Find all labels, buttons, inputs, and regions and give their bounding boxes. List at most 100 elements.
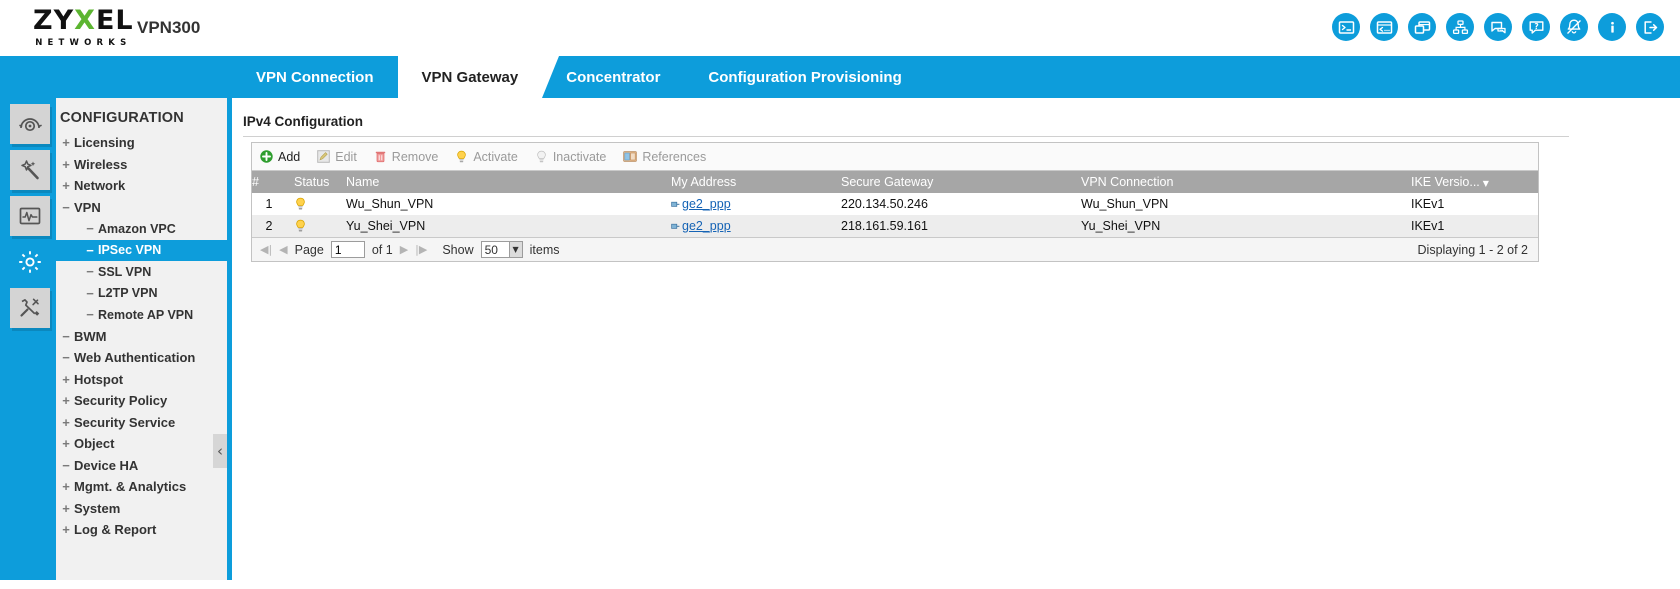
- help-icon[interactable]: ?: [1522, 13, 1550, 41]
- site-map-icon[interactable]: [1446, 13, 1474, 41]
- my-address-link[interactable]: ge2_ppp: [682, 219, 731, 233]
- chat-icon[interactable]: [1484, 13, 1512, 41]
- sidebar-item-label: Object: [74, 436, 115, 452]
- sidebar-item-l2tp-vpn[interactable]: − L2TP VPN: [56, 283, 227, 305]
- expand-icon[interactable]: +: [58, 415, 74, 430]
- monitor-graph-icon[interactable]: [10, 196, 50, 236]
- icon-rail: [0, 98, 56, 589]
- web-window-icon[interactable]: [1408, 13, 1436, 41]
- dashboard-icon[interactable]: [10, 104, 50, 144]
- page-label: Page: [294, 242, 324, 257]
- table-row[interactable]: 1 Wu_Shun_VPN ge2_ppp 220.134.50.246 Wu_Shun…: [252, 193, 1538, 215]
- sidebar-item-remote-ap-vpn[interactable]: − Remote AP VPN: [56, 304, 227, 326]
- svg-text:?: ?: [1534, 22, 1538, 31]
- sidebar-item-vpn[interactable]: − VPN: [56, 197, 227, 219]
- sidebar-item-label: Device HA: [74, 457, 139, 473]
- sidebar-item-wireless[interactable]: + Wireless: [56, 154, 227, 176]
- sidebar-menu: + Licensing + Wireless + Network − VPN − Amazon V…: [56, 132, 227, 541]
- sidebar-item-network[interactable]: + Network: [56, 175, 227, 197]
- column-header-num[interactable]: #: [252, 175, 286, 189]
- collapse-icon[interactable]: −: [58, 350, 74, 365]
- column-header-conn[interactable]: VPN Connection: [1073, 175, 1403, 189]
- collapse-icon[interactable]: −: [58, 200, 74, 215]
- configuration-gear-icon[interactable]: [10, 242, 50, 282]
- sidebar-item-device-ha[interactable]: − Device HA: [56, 455, 227, 477]
- collapse-icon[interactable]: −: [58, 458, 74, 473]
- sidebar-item-security-service[interactable]: + Security Service: [56, 412, 227, 434]
- title-divider: [243, 136, 1569, 137]
- column-header-status[interactable]: Status: [286, 175, 338, 189]
- zyxel-logo: ZYXEL NETWORKS: [33, 7, 134, 48]
- sidebar-item-licensing[interactable]: + Licensing: [56, 132, 227, 154]
- column-header-label: Secure Gateway: [841, 175, 934, 189]
- column-header-label: Status: [294, 175, 330, 189]
- sidebar-item-label: SSL VPN: [98, 264, 152, 279]
- expand-icon[interactable]: +: [58, 479, 74, 494]
- sidebar-item-bwm[interactable]: − BWM: [56, 326, 227, 348]
- expand-icon[interactable]: +: [58, 178, 74, 193]
- grid-toolbar: Add Edit Remove Activate Inactivate Reference…: [252, 143, 1538, 171]
- tab-concentrator[interactable]: Concentrator: [542, 56, 684, 98]
- expand-icon[interactable]: +: [58, 157, 74, 172]
- column-header-addr[interactable]: My Address: [663, 175, 833, 189]
- sidebar-item-security-policy[interactable]: + Security Policy: [56, 390, 227, 412]
- last-page-button[interactable]: |▶: [415, 243, 427, 256]
- sidebar-item-web-authentication[interactable]: − Web Authentication: [56, 347, 227, 369]
- cell-num: 1: [252, 197, 286, 211]
- column-menu-chevron-down-icon[interactable]: ▼: [1483, 179, 1489, 188]
- table-row[interactable]: 2 Yu_Shei_VPN ge2_ppp 218.161.59.161 Yu_Shei…: [252, 215, 1538, 237]
- maintenance-tools-icon[interactable]: [10, 288, 50, 328]
- page-size-select[interactable]: 50 ▼: [480, 241, 523, 258]
- sidebar-item-hotspot[interactable]: + Hotspot: [56, 369, 227, 391]
- first-page-button[interactable]: ◀|: [260, 243, 272, 256]
- column-header-name[interactable]: Name: [338, 175, 663, 189]
- wizard-wand-icon[interactable]: [10, 150, 50, 190]
- cell-addr: ge2_ppp: [663, 219, 833, 233]
- sidebar-item-system[interactable]: + System: [56, 498, 227, 520]
- column-header-ike[interactable]: IKE Versio... ▼: [1403, 175, 1538, 189]
- cell-text: Wu_Shun_VPN: [1081, 197, 1169, 211]
- column-header-sgw[interactable]: Secure Gateway: [833, 175, 1073, 189]
- references-button: References: [623, 150, 706, 164]
- expand-icon[interactable]: +: [58, 135, 74, 150]
- page-number-input[interactable]: [330, 241, 365, 258]
- add-button[interactable]: Add: [260, 150, 300, 164]
- sidebar-item-label: Mgmt. & Analytics: [74, 479, 187, 495]
- expand-icon[interactable]: +: [58, 522, 74, 537]
- logout-icon[interactable]: [1636, 13, 1664, 41]
- cli-icon[interactable]: [1332, 13, 1360, 41]
- tab-vpn-connection[interactable]: VPN Connection: [232, 56, 398, 98]
- sidebar-item-amazon-vpc[interactable]: − Amazon VPC: [56, 218, 227, 240]
- chevron-down-icon: ▼: [508, 242, 522, 257]
- sidebar-item-ssl-vpn[interactable]: − SSL VPN: [56, 261, 227, 283]
- tab-vpn-gateway[interactable]: VPN Gateway: [397, 56, 559, 98]
- tab-configuration-provisioning[interactable]: Configuration Provisioning: [684, 56, 925, 98]
- collapse-icon[interactable]: −: [82, 243, 98, 258]
- sidebar-item-object[interactable]: + Object: [56, 433, 227, 455]
- remove-button: Remove: [374, 150, 438, 164]
- notification-bell-icon[interactable]: [1560, 13, 1588, 41]
- collapse-icon[interactable]: −: [82, 286, 98, 301]
- sidebar-item-ipsec-vpn[interactable]: − IPSec VPN: [56, 239, 227, 261]
- prev-page-button[interactable]: ◀: [279, 243, 287, 256]
- sidebar-item-mgmt-analytics[interactable]: + Mgmt. & Analytics: [56, 476, 227, 498]
- grid-footer: ◀| ◀ Page of 1 ▶ |▶ Show 50 ▼ items Disp…: [252, 237, 1538, 261]
- console-icon[interactable]: [1370, 13, 1398, 41]
- collapse-icon[interactable]: −: [82, 264, 98, 279]
- collapse-icon[interactable]: −: [58, 329, 74, 344]
- cell-text: 1: [265, 197, 273, 211]
- sidebar-collapse-handle[interactable]: ‹: [213, 434, 227, 468]
- my-address-link[interactable]: ge2_ppp: [682, 197, 731, 211]
- bulb-off-icon: [535, 150, 548, 164]
- expand-icon[interactable]: +: [58, 393, 74, 408]
- next-page-button[interactable]: ▶: [400, 243, 408, 256]
- cell-ike: IKEv1: [1403, 197, 1538, 211]
- info-icon[interactable]: [1598, 13, 1626, 41]
- header-icon-bar: ?: [1332, 13, 1664, 41]
- sidebar-item-log-report[interactable]: + Log & Report: [56, 519, 227, 541]
- expand-icon[interactable]: +: [58, 372, 74, 387]
- expand-icon[interactable]: +: [58, 436, 74, 451]
- collapse-icon[interactable]: −: [82, 307, 98, 322]
- collapse-icon[interactable]: −: [82, 221, 98, 236]
- expand-icon[interactable]: +: [58, 501, 74, 516]
